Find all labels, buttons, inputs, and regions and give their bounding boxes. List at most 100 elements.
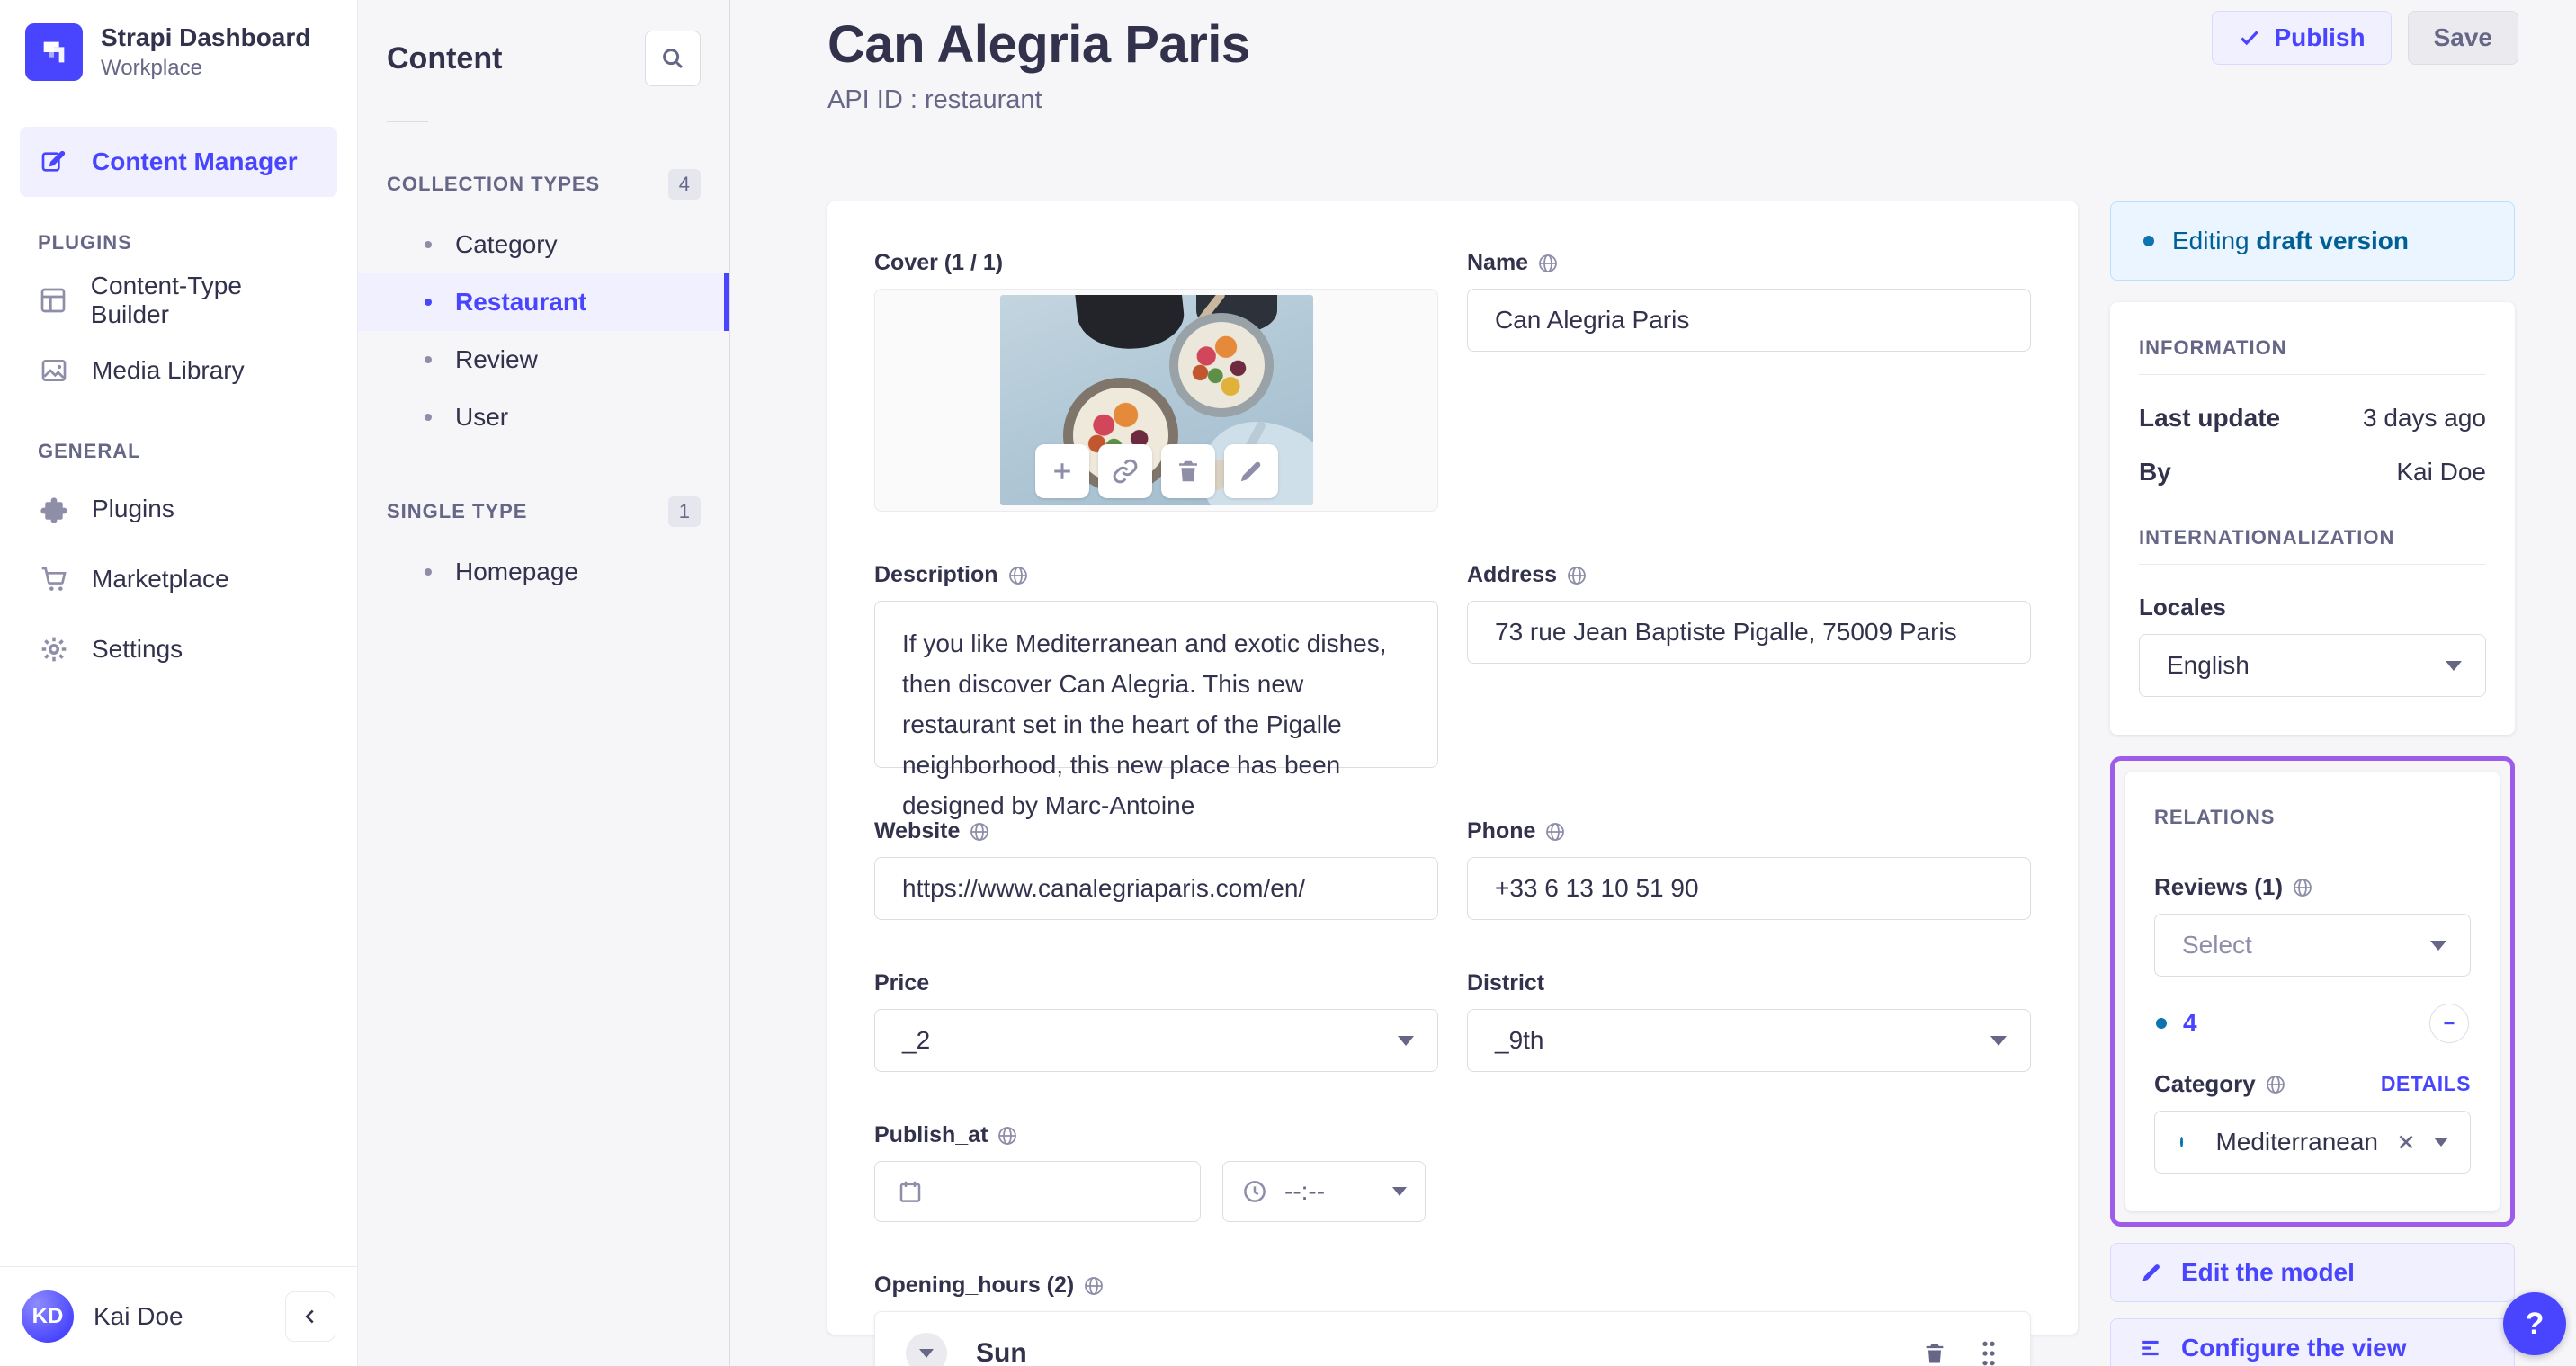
category-select[interactable]: Mediterranean bbox=[2154, 1111, 2471, 1174]
bullet-icon bbox=[425, 414, 432, 421]
website-label: Website bbox=[874, 818, 961, 844]
sidebar-item-plugins[interactable]: Plugins bbox=[20, 474, 337, 544]
delete-media-button[interactable] bbox=[1160, 444, 1215, 498]
website-field[interactable]: https://www.canalegriaparis.com/en/ bbox=[874, 857, 1438, 920]
cover-field[interactable] bbox=[874, 289, 1438, 512]
divider bbox=[2139, 564, 2486, 565]
user-name: Kai Doe bbox=[94, 1302, 183, 1330]
sidebar-item-media-library[interactable]: Media Library bbox=[20, 335, 337, 406]
address-field[interactable]: 73 rue Jean Baptiste Pigalle, 75009 Pari… bbox=[1467, 601, 2031, 664]
bullet-icon bbox=[425, 356, 432, 363]
sidebar-item-category[interactable]: Category bbox=[358, 216, 729, 273]
globe-icon bbox=[1007, 565, 1029, 586]
drag-handle-icon[interactable] bbox=[1978, 1339, 1999, 1366]
bullet-icon bbox=[425, 568, 432, 576]
divider bbox=[387, 121, 428, 122]
phone-field[interactable]: +33 6 13 10 51 90 bbox=[1467, 857, 2031, 920]
nav-section-general: GENERAL bbox=[38, 440, 141, 462]
nav-section-plugins: PLUGINS bbox=[38, 231, 132, 254]
remove-relation-button[interactable] bbox=[2429, 1004, 2469, 1043]
sidebar-item-label: Media Library bbox=[92, 356, 245, 384]
status-dot-icon bbox=[2143, 236, 2154, 246]
description-field[interactable]: If you like Mediterranean and exotic dis… bbox=[874, 601, 1438, 819]
time-placeholder: --:-- bbox=[1284, 1177, 1326, 1205]
sidebar-item-label: Content Manager bbox=[92, 147, 298, 175]
single-type-count-badge: 1 bbox=[667, 496, 701, 527]
locale-select[interactable]: English bbox=[2139, 634, 2486, 697]
sidebar-item-restaurant[interactable]: Restaurant bbox=[358, 273, 729, 331]
draft-bold: draft version bbox=[2256, 227, 2410, 254]
delete-row-button[interactable] bbox=[1922, 1341, 1947, 1366]
configure-view-button[interactable]: Configure the view bbox=[2110, 1318, 2515, 1366]
sidebar-item-content-type-builder[interactable]: Content-Type Builder bbox=[20, 265, 337, 335]
edit-model-button[interactable]: Edit the model bbox=[2110, 1243, 2515, 1302]
chevron-down-icon bbox=[2446, 660, 2462, 671]
publish-at-time-field[interactable]: --:-- bbox=[1222, 1161, 1426, 1222]
price-select[interactable]: _2 bbox=[874, 1009, 1438, 1072]
plus-icon bbox=[1053, 463, 1070, 479]
district-select[interactable]: _9th bbox=[1467, 1009, 2031, 1072]
opening-hours-row-sun: Sun bbox=[875, 1312, 2030, 1366]
edit-media-button[interactable] bbox=[1223, 444, 1278, 498]
relation-item: 4 bbox=[2156, 1004, 2469, 1043]
publish-button[interactable]: Publish bbox=[2212, 11, 2392, 65]
collection-type-label: User bbox=[455, 403, 509, 431]
sidebar-item-label: Marketplace bbox=[92, 565, 229, 593]
sidebar-item-review[interactable]: Review bbox=[358, 331, 729, 388]
chevron-down-icon bbox=[1392, 1187, 1407, 1196]
edit-model-label: Edit the model bbox=[2181, 1258, 2355, 1286]
district-label: District bbox=[1467, 970, 1545, 995]
help-button[interactable]: ? bbox=[2503, 1292, 2566, 1355]
expand-row-button[interactable] bbox=[906, 1333, 947, 1366]
reviews-select[interactable]: Select bbox=[2154, 914, 2471, 977]
draft-status-banner: Editing draft version bbox=[2110, 201, 2515, 281]
relation-item-label[interactable]: 4 bbox=[2183, 1009, 2429, 1038]
copy-link-button[interactable] bbox=[1097, 444, 1152, 498]
locale-value: English bbox=[2167, 651, 2250, 679]
chevron-down-icon bbox=[1990, 1035, 2007, 1046]
collapse-sidebar-button[interactable] bbox=[285, 1291, 335, 1342]
right-panel: Editing draft version INFORMATION Last u… bbox=[2110, 201, 2515, 1366]
name-field[interactable]: Can Alegria Paris bbox=[1467, 289, 2031, 352]
opening-hours-label: Opening_hours (2) bbox=[874, 1272, 1075, 1298]
sidebar-item-settings[interactable]: Settings bbox=[20, 614, 337, 684]
publish-at-date-field[interactable] bbox=[874, 1161, 1201, 1222]
sidebar-item-marketplace[interactable]: Marketplace bbox=[20, 544, 337, 614]
single-type-label: Homepage bbox=[455, 558, 578, 585]
by-label: By bbox=[2139, 458, 2171, 486]
cover-label: Cover (1 / 1) bbox=[874, 250, 1004, 275]
sidebar-item-label: Plugins bbox=[92, 495, 174, 522]
internationalization-header: INTERNATIONALIZATION bbox=[2139, 526, 2395, 549]
photo-pitcher-shape bbox=[1073, 295, 1187, 354]
link-icon bbox=[1113, 459, 1137, 484]
picture-icon bbox=[38, 356, 70, 385]
puzzle-icon bbox=[38, 495, 70, 523]
save-button[interactable]: Save bbox=[2407, 11, 2518, 65]
globe-icon bbox=[2265, 1074, 2286, 1095]
sidebar-item-homepage[interactable]: Homepage bbox=[358, 543, 729, 601]
search-icon bbox=[659, 45, 686, 72]
chevron-down-icon bbox=[1398, 1035, 1414, 1046]
sidebar-item-label: Settings bbox=[92, 635, 183, 663]
reviews-placeholder: Select bbox=[2182, 931, 2252, 959]
details-link[interactable]: DETAILS bbox=[2381, 1072, 2471, 1096]
collection-type-label: Category bbox=[455, 230, 558, 258]
collection-types-count-badge: 4 bbox=[667, 169, 701, 200]
calendar-icon bbox=[897, 1178, 924, 1205]
clear-category-button[interactable] bbox=[2394, 1130, 2418, 1154]
collection-type-label: Review bbox=[455, 345, 538, 373]
globe-icon bbox=[1537, 253, 1559, 274]
globe-icon bbox=[1083, 1275, 1105, 1297]
district-value: _9th bbox=[1495, 1026, 1544, 1054]
sidebar-item-user[interactable]: User bbox=[358, 388, 729, 446]
add-media-button[interactable] bbox=[1034, 444, 1089, 498]
relation-dot-icon bbox=[2180, 1137, 2184, 1147]
description-label: Description bbox=[874, 562, 998, 587]
relations-card: RELATIONS Reviews (1) Select 4 Category … bbox=[2125, 772, 2500, 1211]
divider bbox=[2139, 374, 2486, 375]
address-label: Address bbox=[1467, 562, 1558, 587]
sidebar-item-content-manager[interactable]: Content Manager bbox=[20, 127, 337, 197]
search-button[interactable] bbox=[645, 31, 701, 86]
phone-label: Phone bbox=[1467, 818, 1536, 844]
content-sidebar-title: Content bbox=[387, 40, 503, 76]
